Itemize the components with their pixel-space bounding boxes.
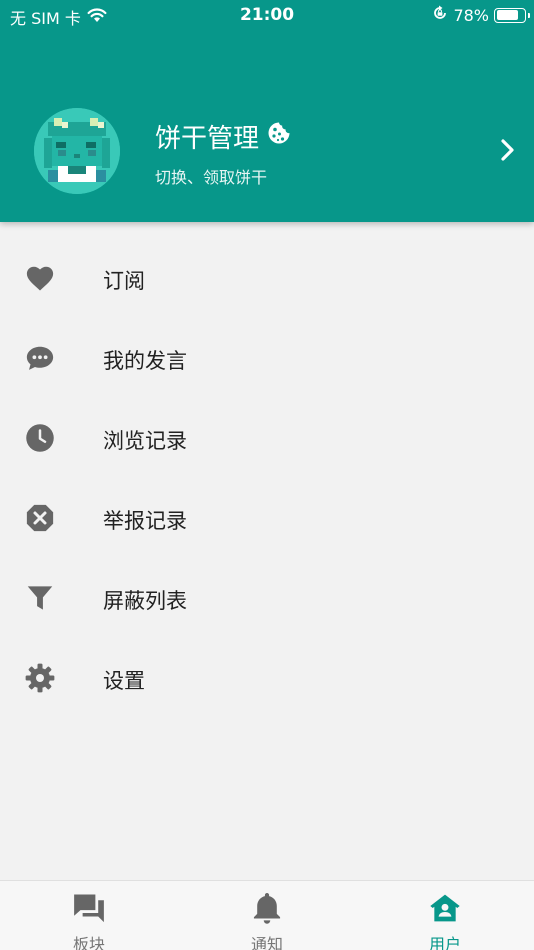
menu-list: 订阅 我的发言 浏览记录 举报记录 屏蔽列表 设置 xyxy=(0,238,534,718)
rotation-lock-icon xyxy=(432,5,448,25)
menu-item-history[interactable]: 浏览记录 xyxy=(0,398,534,478)
menu-item-my-posts[interactable]: 我的发言 xyxy=(0,318,534,398)
menu-label: 举报记录 xyxy=(103,509,187,533)
tab-label: 板块 xyxy=(72,935,105,950)
gear-icon xyxy=(24,662,56,694)
profile-row[interactable]: 饼干管理 切换、领取饼干 xyxy=(0,100,534,200)
cookie-icon xyxy=(267,121,291,152)
bell-icon xyxy=(249,891,285,925)
battery-percent: 78% xyxy=(453,5,489,25)
cookie-manager-title: 饼干管理 xyxy=(155,118,291,155)
filter-icon xyxy=(24,582,56,614)
battery-fill xyxy=(496,10,518,20)
chat-bubble-icon xyxy=(24,342,56,374)
tab-label: 通知 xyxy=(250,935,283,950)
menu-label: 设置 xyxy=(103,669,145,693)
menu-item-settings[interactable]: 设置 xyxy=(0,638,534,718)
menu-item-reports[interactable]: 举报记录 xyxy=(0,478,534,558)
chevron-right-icon xyxy=(500,138,516,166)
header: 无 SIM 卡 21:00 78% 饼干管理 切换、领取饼干 xyxy=(0,0,534,222)
pixel-avatar-icon xyxy=(34,108,120,194)
profile-name: 饼干管理 xyxy=(155,124,260,154)
forum-icon xyxy=(71,891,107,925)
tab-notifications[interactable]: 通知 xyxy=(178,881,356,950)
menu-label: 我的发言 xyxy=(103,349,187,373)
menu-label: 屏蔽列表 xyxy=(103,589,187,613)
battery-icon xyxy=(494,7,530,23)
cancel-icon xyxy=(24,502,56,534)
avatar xyxy=(34,108,120,194)
tab-boards[interactable]: 板块 xyxy=(0,881,178,950)
menu-item-subscriptions[interactable]: 订阅 xyxy=(0,238,534,318)
menu-label: 浏览记录 xyxy=(103,429,187,453)
tab-user[interactable]: 用户 xyxy=(356,881,534,950)
clock-icon xyxy=(24,422,56,454)
profile-subtitle: 切换、领取饼干 xyxy=(155,168,268,187)
heart-icon xyxy=(24,262,56,294)
tab-label: 用户 xyxy=(428,935,461,950)
bottom-tab-bar: 板块 通知 用户 xyxy=(0,880,534,950)
status-bar: 无 SIM 卡 21:00 78% xyxy=(0,0,534,30)
user-home-icon xyxy=(427,891,463,925)
menu-label: 订阅 xyxy=(103,269,145,293)
menu-item-block-list[interactable]: 屏蔽列表 xyxy=(0,558,534,638)
